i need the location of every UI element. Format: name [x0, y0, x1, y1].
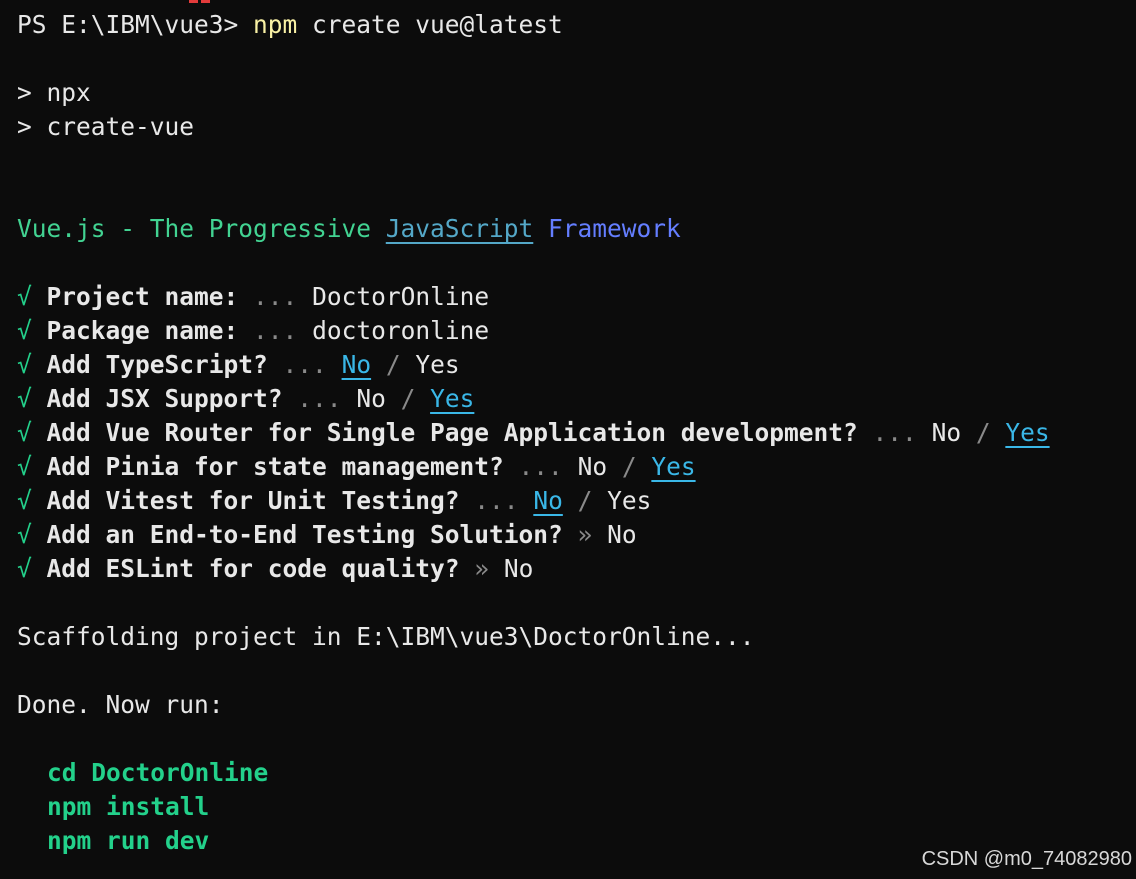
question-label: Add TypeScript?: [46, 350, 268, 379]
check-icon: √: [17, 282, 32, 311]
command-name: npm: [253, 10, 298, 39]
slash: /: [385, 384, 431, 413]
option-yes: Yes: [607, 486, 652, 515]
prompt-line: PS E:\IBM\vue3> npm create vue@latest: [17, 8, 563, 42]
question-package-name: √ Package name: ... doctoronline: [17, 314, 489, 348]
check-icon: √: [17, 520, 32, 549]
slash: /: [961, 418, 1006, 447]
next-step-cd: cd DoctorOnline: [47, 758, 269, 787]
npx-line: > npx: [17, 78, 91, 107]
next-step-dev: npm run dev: [47, 826, 210, 855]
prompt-prefix: PS E:\IBM\vue3>: [17, 10, 254, 39]
question-pinia: √ Add Pinia for state management? ... No…: [17, 450, 696, 484]
option-yes: Yes: [1005, 418, 1050, 447]
question-label: Add Vue Router for Single Page Applicati…: [46, 418, 858, 447]
command-args: create vue@latest: [297, 10, 563, 39]
option-yes: Yes: [651, 452, 696, 481]
question-jsx: √ Add JSX Support? ... No / Yes: [17, 382, 474, 416]
question-vue-router: √ Add Vue Router for Single Page Applica…: [17, 416, 1050, 450]
banner-text-3: Framework: [533, 214, 681, 243]
separator: ...: [857, 418, 932, 447]
check-icon: √: [17, 486, 32, 515]
slash: /: [562, 486, 608, 515]
separator: ...: [238, 316, 313, 345]
banner-text-1: Vue.js - The Progressive: [17, 214, 386, 243]
done-message: Done. Now run:: [17, 690, 224, 719]
question-project-name: √ Project name: ... DoctorOnline: [17, 280, 489, 314]
question-label: Add ESLint for code quality?: [46, 554, 460, 583]
question-label: Add Pinia for state management?: [46, 452, 504, 481]
check-icon: √: [17, 384, 32, 413]
create-vue-line: > create-vue: [17, 112, 195, 141]
separator: ...: [459, 486, 534, 515]
option-no: No: [931, 418, 962, 447]
separator: »: [562, 520, 608, 549]
question-label: Add an End-to-End Testing Solution?: [46, 520, 563, 549]
option-yes: Yes: [430, 384, 475, 413]
separator: ...: [238, 282, 313, 311]
question-vitest: √ Add Vitest for Unit Testing? ... No / …: [17, 484, 651, 518]
slash: /: [371, 350, 416, 379]
question-e2e-testing: √ Add an End-to-End Testing Solution? » …: [17, 518, 637, 552]
question-eslint: √ Add ESLint for code quality? » No: [17, 552, 533, 586]
separator: ...: [503, 452, 578, 481]
watermark: CSDN @m0_74082980: [921, 848, 1132, 870]
option-no: No: [356, 384, 386, 413]
question-label: Package name:: [46, 316, 239, 345]
option-yes: Yes: [415, 350, 460, 379]
check-icon: √: [17, 452, 32, 481]
question-label: Project name:: [46, 282, 239, 311]
option-no: No: [577, 452, 608, 481]
separator: »: [459, 554, 504, 583]
check-icon: √: [17, 316, 32, 345]
question-typescript: √ Add TypeScript? ... No / Yes: [17, 348, 460, 382]
previous-output-fragment: [187, 0, 213, 4]
terminal-output: PS E:\IBM\vue3> npm create vue@latest > …: [17, 0, 1136, 879]
separator: ...: [267, 350, 342, 379]
check-icon: √: [17, 418, 32, 447]
answer-value: doctoronline: [312, 316, 490, 345]
answer-value: No: [607, 520, 637, 549]
next-step-install: npm install: [47, 792, 210, 821]
option-no: No: [533, 486, 563, 515]
banner-text-2: JavaScript: [385, 214, 534, 243]
vue-banner: Vue.js - The Progressive JavaScript Fram…: [17, 212, 681, 246]
check-icon: √: [17, 350, 32, 379]
option-no: No: [341, 350, 372, 379]
question-label: Add JSX Support?: [46, 384, 283, 413]
slash: /: [607, 452, 652, 481]
check-icon: √: [17, 554, 32, 583]
scaffolding-message: Scaffolding project in E:\IBM\vue3\Docto…: [17, 622, 755, 651]
answer-value: DoctorOnline: [312, 282, 490, 311]
question-label: Add Vitest for Unit Testing?: [46, 486, 460, 515]
separator: ...: [282, 384, 357, 413]
answer-value: No: [503, 554, 534, 583]
